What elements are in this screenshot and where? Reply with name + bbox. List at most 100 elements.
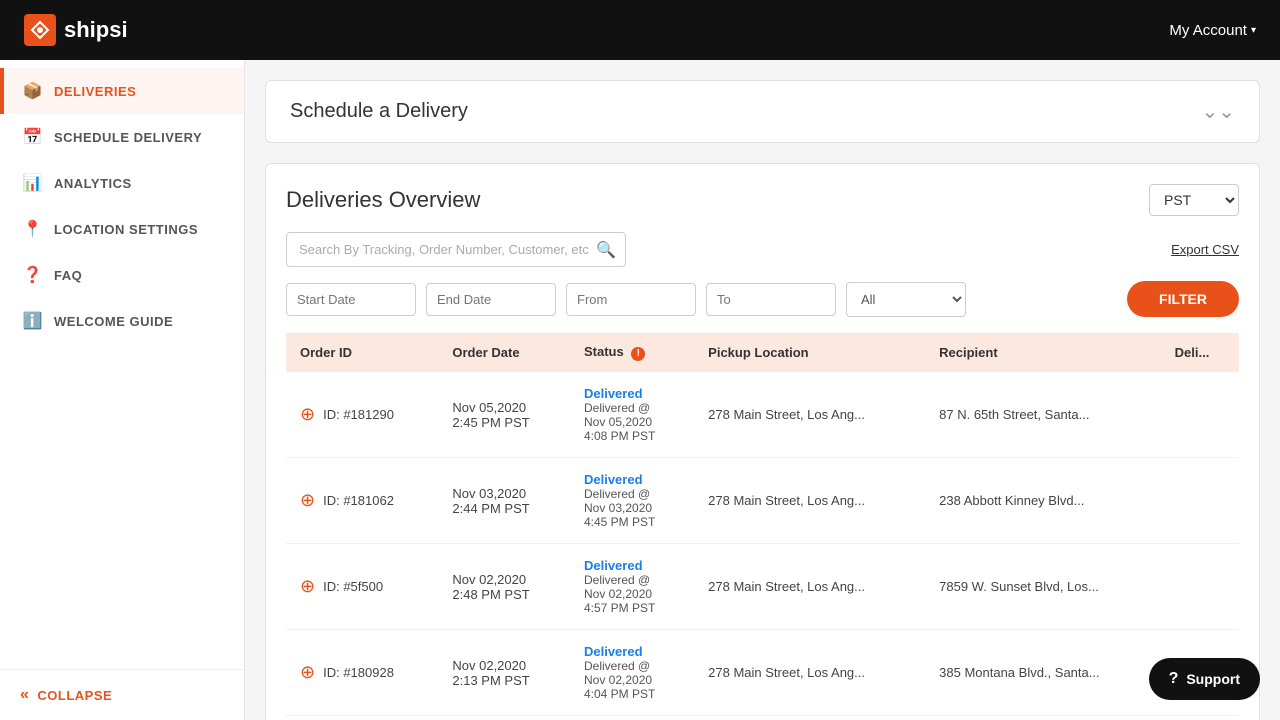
order-id-value: ID: #181290 <box>323 407 394 422</box>
status-label-2[interactable]: Delivered <box>584 558 643 573</box>
support-icon: ? <box>1169 670 1179 688</box>
collapse-button[interactable]: « Collapse <box>0 669 244 720</box>
header: shipsi My Account ▾ <box>0 0 1280 60</box>
from-input[interactable] <box>566 283 696 316</box>
schedule-card: Schedule a Delivery ⌄⌄ <box>265 80 1260 143</box>
order-plus-icon: ⊕ <box>300 662 315 683</box>
sidebar-item-welcome-guide[interactable]: ℹ️ Welcome Guide <box>0 298 244 344</box>
schedule-icon: 📅 <box>24 128 42 146</box>
search-row: 🔍 Export CSV <box>286 232 1239 267</box>
col-status: Status ! <box>570 333 694 372</box>
cell-pickup-4: 278 Main Street, Los Ang... <box>694 716 925 720</box>
search-box: 🔍 <box>286 232 626 267</box>
cell-recipient-2: 7859 W. Sunset Blvd, Los... <box>925 544 1160 630</box>
cell-status-1: Delivered Delivered @Nov 03,20204:45 PM … <box>570 458 694 544</box>
cell-order-date-4: Nov 02,2020 <box>438 716 570 720</box>
analytics-icon: 📊 <box>24 174 42 192</box>
my-account-button[interactable]: My Account ▾ <box>1169 22 1256 39</box>
cell-order-id-1: ⊕ ID: #181062 <box>286 458 438 544</box>
cell-delivery-0 <box>1161 372 1239 458</box>
order-id-value: ID: #180928 <box>323 665 394 680</box>
schedule-card-header[interactable]: Schedule a Delivery ⌄⌄ <box>266 81 1259 142</box>
col-delivery: Deli... <box>1161 333 1239 372</box>
sidebar-item-deliveries[interactable]: 📦 Deliveries <box>0 68 244 114</box>
faq-icon: ❓ <box>24 266 42 284</box>
logo: shipsi <box>24 14 128 46</box>
table-row: ⊕ ID: #181062 Nov 03,20202:44 PM PST Del… <box>286 458 1239 544</box>
col-order-id: Order ID <box>286 333 438 372</box>
cell-status-4: cancelled <box>570 716 694 720</box>
table-row: ⊕ ID: #180923 Nov 02,2020 cancelled 278 … <box>286 716 1239 720</box>
sidebar-item-location-settings[interactable]: 📍 Location Settings <box>0 206 244 252</box>
deliveries-table: Order ID Order Date Status ! Pickup Loca… <box>286 333 1239 720</box>
table-row: ⊕ ID: #181290 Nov 05,20202:45 PM PST Del… <box>286 372 1239 458</box>
cell-delivery-1 <box>1161 458 1239 544</box>
deliveries-table-wrap: Order ID Order Date Status ! Pickup Loca… <box>286 333 1239 720</box>
cell-order-id-2: ⊕ ID: #5f500 <box>286 544 438 630</box>
order-plus-icon: ⊕ <box>300 490 315 511</box>
sidebar-nav: 📦 Deliveries 📅 Schedule Delivery 📊 Analy… <box>0 60 244 669</box>
col-order-date: Order Date <box>438 333 570 372</box>
account-caret-icon: ▾ <box>1251 25 1256 36</box>
cell-recipient-3: 385 Montana Blvd., Santa... <box>925 630 1160 716</box>
location-icon: 📍 <box>24 220 42 238</box>
order-id-value: ID: #181062 <box>323 493 394 508</box>
search-icon: 🔍 <box>596 240 616 260</box>
overview-title: Deliveries Overview <box>286 187 480 213</box>
status-warning-icon: ! <box>631 347 645 361</box>
order-plus-icon: ⊕ <box>300 576 315 597</box>
sidebar: 📦 Deliveries 📅 Schedule Delivery 📊 Analy… <box>0 60 245 720</box>
filter-row: All Delivered Cancelled FILTER <box>286 281 1239 317</box>
cell-order-date-2: Nov 02,20202:48 PM PST <box>438 544 570 630</box>
cell-pickup-1: 278 Main Street, Los Ang... <box>694 458 925 544</box>
to-input[interactable] <box>706 283 836 316</box>
cell-pickup-3: 278 Main Street, Los Ang... <box>694 630 925 716</box>
schedule-card-title: Schedule a Delivery <box>290 100 468 123</box>
export-csv-button[interactable]: Export CSV <box>1171 242 1239 257</box>
cell-recipient-1: 238 Abbott Kinney Blvd... <box>925 458 1160 544</box>
deliveries-icon: 📦 <box>24 82 42 100</box>
cell-pickup-2: 278 Main Street, Los Ang... <box>694 544 925 630</box>
logo-icon <box>24 14 56 46</box>
collapse-arrows-icon: « <box>20 686 29 704</box>
table-row: ⊕ ID: #180928 Nov 02,20202:13 PM PST Del… <box>286 630 1239 716</box>
cell-pickup-0: 278 Main Street, Los Ang... <box>694 372 925 458</box>
content-area: Schedule a Delivery ⌄⌄ Deliveries Overvi… <box>245 60 1280 720</box>
deliveries-overview: Deliveries Overview PST EST CST MST 🔍 Ex… <box>265 163 1260 720</box>
status-filter-select[interactable]: All Delivered Cancelled <box>846 282 966 317</box>
info-icon: ℹ️ <box>24 312 42 330</box>
status-label-1[interactable]: Delivered <box>584 472 643 487</box>
sidebar-item-faq[interactable]: ❓ FAQ <box>0 252 244 298</box>
cell-delivery-2 <box>1161 544 1239 630</box>
cell-recipient-4: 1647 Genesee St., Los... <box>925 716 1160 720</box>
end-date-input[interactable] <box>426 283 556 316</box>
status-label-0[interactable]: Delivered <box>584 386 643 401</box>
search-input[interactable] <box>286 232 626 267</box>
timezone-select[interactable]: PST EST CST MST <box>1149 184 1239 216</box>
cell-status-0: Delivered Delivered @Nov 05,20204:08 PM … <box>570 372 694 458</box>
table-header-row: Order ID Order Date Status ! Pickup Loca… <box>286 333 1239 372</box>
cell-order-id-4: ⊕ ID: #180923 <box>286 716 438 720</box>
cell-status-3: Delivered Delivered @Nov 02,20204:04 PM … <box>570 630 694 716</box>
order-plus-icon: ⊕ <box>300 404 315 425</box>
col-pickup-location: Pickup Location <box>694 333 925 372</box>
cell-order-id-0: ⊕ ID: #181290 <box>286 372 438 458</box>
cell-order-id-3: ⊕ ID: #180928 <box>286 630 438 716</box>
cell-recipient-0: 87 N. 65th Street, Santa... <box>925 372 1160 458</box>
main-layout: 📦 Deliveries 📅 Schedule Delivery 📊 Analy… <box>0 60 1280 720</box>
cell-status-2: Delivered Delivered @Nov 02,20204:57 PM … <box>570 544 694 630</box>
overview-header: Deliveries Overview PST EST CST MST <box>286 184 1239 216</box>
order-id-value: ID: #5f500 <box>323 579 383 594</box>
col-recipient: Recipient <box>925 333 1160 372</box>
chevron-down-icon: ⌄⌄ <box>1201 99 1235 124</box>
filter-button[interactable]: FILTER <box>1127 281 1239 317</box>
cell-order-date-1: Nov 03,20202:44 PM PST <box>438 458 570 544</box>
cell-delivery-4 <box>1161 716 1239 720</box>
start-date-input[interactable] <box>286 283 416 316</box>
support-button[interactable]: ? Support <box>1149 658 1260 700</box>
status-label-3[interactable]: Delivered <box>584 644 643 659</box>
sidebar-item-analytics[interactable]: 📊 Analytics <box>0 160 244 206</box>
cell-order-date-3: Nov 02,20202:13 PM PST <box>438 630 570 716</box>
sidebar-item-schedule-delivery[interactable]: 📅 Schedule Delivery <box>0 114 244 160</box>
table-row: ⊕ ID: #5f500 Nov 02,20202:48 PM PST Deli… <box>286 544 1239 630</box>
